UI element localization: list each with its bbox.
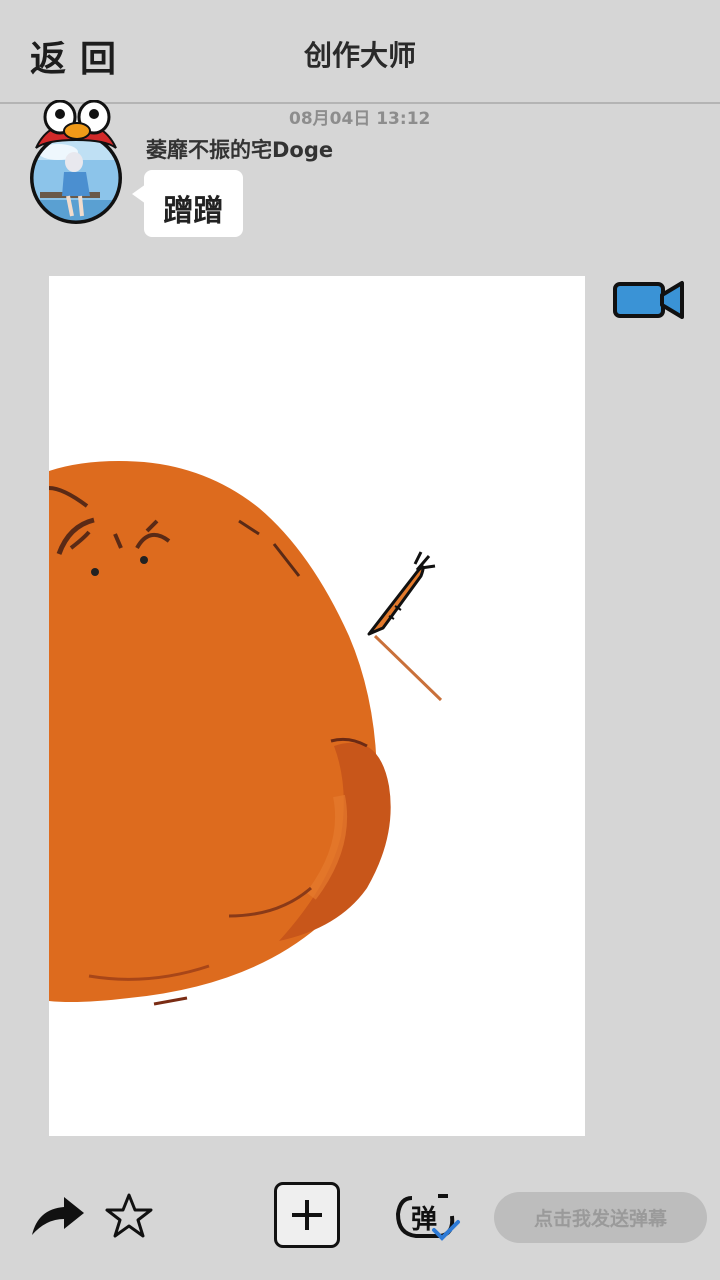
- danmaku-input[interactable]: 点击我发送弹幕: [494, 1192, 707, 1243]
- carrot: [367, 551, 436, 636]
- carrot-string: [373, 634, 443, 702]
- user-avatar[interactable]: [28, 100, 128, 230]
- share-arrow-icon[interactable]: [30, 1195, 86, 1239]
- page-title: 创作大师: [303, 39, 416, 72]
- message-text: 蹭蹭: [163, 194, 224, 229]
- plus-icon: [292, 1200, 322, 1230]
- post-timestamp: 08月04日 13:12: [289, 109, 431, 129]
- danmaku-icon: 弹: [395, 1194, 460, 1241]
- username[interactable]: 萎靡不振的宅Doge: [146, 134, 333, 164]
- right-eye: [140, 556, 148, 564]
- danmaku-toggle[interactable]: 弹: [394, 1190, 464, 1246]
- star-icon[interactable]: [104, 1191, 154, 1241]
- video-camera-icon[interactable]: [612, 278, 688, 322]
- top-bar: 返回 创作大师: [0, 0, 720, 104]
- left-eye: [91, 568, 99, 576]
- message-bubble: 蹭蹭: [132, 170, 243, 237]
- drawing-canvas[interactable]: [49, 276, 585, 1136]
- add-button[interactable]: [274, 1182, 340, 1248]
- app-screen: 返回 创作大师 08月04日 13:12 萎靡不振的宅Doge 蹭蹭 弹 点击我…: [0, 0, 720, 1280]
- drawing-artwork: [49, 461, 443, 1006]
